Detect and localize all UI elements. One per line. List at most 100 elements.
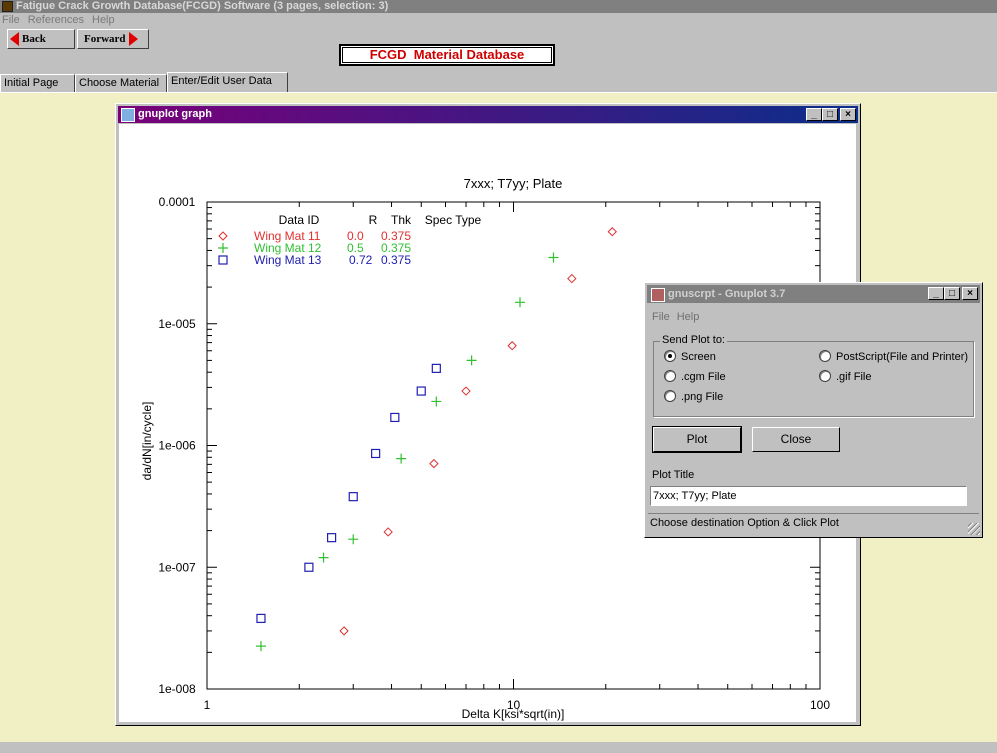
close-icon[interactable]: × [962,287,978,300]
gnuplot-graph-title: gnuplot graph [138,108,212,120]
data-point-diamond [461,386,471,396]
data-point-plus [466,355,477,366]
data-point-plus [514,297,525,308]
dialog-window-controls: _ □ × [928,287,978,305]
legend-header-thk: Thk [391,213,412,227]
y-tick-label: 1e-006 [158,439,196,453]
data-point-square [304,562,314,572]
legend-header-data-id: Data ID [279,213,320,227]
data-point-plus [255,641,266,652]
radio-selected-icon [664,350,676,362]
menu-references[interactable]: References [28,14,84,26]
radio-gif-label: .gif File [836,371,872,383]
radio-png-label: .png File [681,391,724,403]
dialog-title-bar[interactable]: gnuscrpt - Gnuplot 3.7 _ □ × [647,285,980,303]
x-tick-label: 1 [204,698,211,712]
app-title-bar: Fatigue Crack Growth Database(FCGD) Soft… [0,0,997,13]
close-icon[interactable]: × [840,108,856,121]
radio-cgm[interactable]: .cgm File [664,370,726,383]
gnuscrpt-dialog[interactable]: gnuscrpt - Gnuplot 3.7 _ □ × File Help Send… [644,282,983,538]
data-point-diamond [339,626,349,636]
y-tick-label: 1e-007 [158,560,196,574]
radio-png[interactable]: .png File [664,390,723,403]
data-point-square [416,386,426,396]
radio-icon [664,370,676,382]
data-point-square [327,533,337,543]
y-tick-label: 1e-005 [158,317,196,331]
radio-gif[interactable]: .gif File [819,370,871,383]
maximize-icon[interactable]: □ [822,108,838,121]
legend-series-name: Wing Mat 13 [254,253,322,267]
data-points [255,227,617,652]
data-point-plus [218,243,228,253]
data-point-square [431,363,441,373]
gnuplot-graph-icon [121,108,135,122]
data-point-diamond [429,458,439,469]
resize-grip-icon[interactable] [968,523,980,535]
tab-enter-edit-user-data[interactable]: Enter/Edit User Data [167,72,288,92]
x-tick-label: 10 [507,698,521,712]
data-point-square [218,255,228,265]
dialog-close-button[interactable]: Close [752,427,840,452]
fcgd-banner: FCGD Material Database [339,44,555,66]
forward-arrow-icon [128,32,138,47]
radio-postscript[interactable]: PostScript(File and Printer) [819,350,968,363]
maximize-icon[interactable]: □ [944,287,960,300]
forward-button[interactable]: Forward [77,29,149,49]
menu-file[interactable]: File [2,14,20,26]
plot-button[interactable]: Plot [652,426,742,453]
tab-choose-material[interactable]: Choose Material [75,74,167,92]
legend-header-r: R [369,213,378,227]
app-menu-bar: File References Help [0,13,121,27]
menu-help[interactable]: Help [92,14,115,26]
minimize-icon[interactable]: _ [928,287,944,300]
dialog-menu-bar: File Help [652,311,706,323]
forward-button-label: Forward [84,33,126,45]
legend: Wing Mat 11 0.0 0.375Wing Mat 12 0.5 0.375Wi… [218,229,411,267]
data-point-diamond [507,341,517,351]
dialog-status-bar: Choose destination Option & Click Plot [648,513,979,533]
dialog-menu-help[interactable]: Help [677,311,700,323]
dialog-menu-file[interactable]: File [652,311,670,323]
radio-screen-label: Screen [681,351,716,363]
legend-header-spec-type: Spec Type [425,213,482,227]
plot-title-input[interactable]: 7xxx; T7yy; Plate [650,486,967,506]
data-point-plus [396,453,407,464]
y-axis-label: da/dN[in/cycle] [140,402,154,481]
graph-window-controls: _ □ × [806,108,856,125]
minimize-icon[interactable]: _ [806,108,822,121]
data-point-diamond [218,231,228,241]
data-point-square [348,492,358,502]
x-tick-label: 100 [810,698,830,712]
back-arrow-icon [10,32,19,47]
data-point-diamond [383,527,393,537]
data-point-diamond [567,273,577,284]
data-point-square [390,412,400,423]
radio-icon [819,370,831,382]
legend-series-thk: 0.375 [381,253,411,267]
gnuplot-graph-title-bar[interactable]: gnuplot graph _ □ × [118,106,858,123]
radio-screen[interactable]: Screen [664,350,716,363]
data-point-diamond [607,227,617,237]
legend-series-r: 0.72 [349,253,373,267]
radio-icon [664,390,676,402]
back-button[interactable]: Back [7,29,75,49]
radio-cgm-label: .cgm File [681,371,726,383]
tab-initial-page[interactable]: Initial Page [0,74,75,92]
send-plot-group: Send Plot to: Screen PostScript(File and… [653,334,974,417]
dialog-title: gnuscrpt - Gnuplot 3.7 [668,288,786,300]
y-tick-label: 0.0001 [159,195,196,209]
data-point-plus [548,252,559,263]
app-icon [2,1,13,12]
gnuscrpt-icon [651,288,665,302]
plot-title-label: Plot Title [652,469,695,481]
data-point-square [256,613,266,624]
data-point-plus [348,534,359,545]
data-point-square [371,448,381,459]
radio-icon [819,350,831,362]
send-plot-group-label: Send Plot to: [660,334,727,346]
back-button-label: Back [22,33,46,45]
chart-title: 7xxx; T7yy; Plate [464,176,563,191]
data-point-plus [318,552,329,563]
app-title: Fatigue Crack Growth Database(FCGD) Soft… [16,0,389,12]
